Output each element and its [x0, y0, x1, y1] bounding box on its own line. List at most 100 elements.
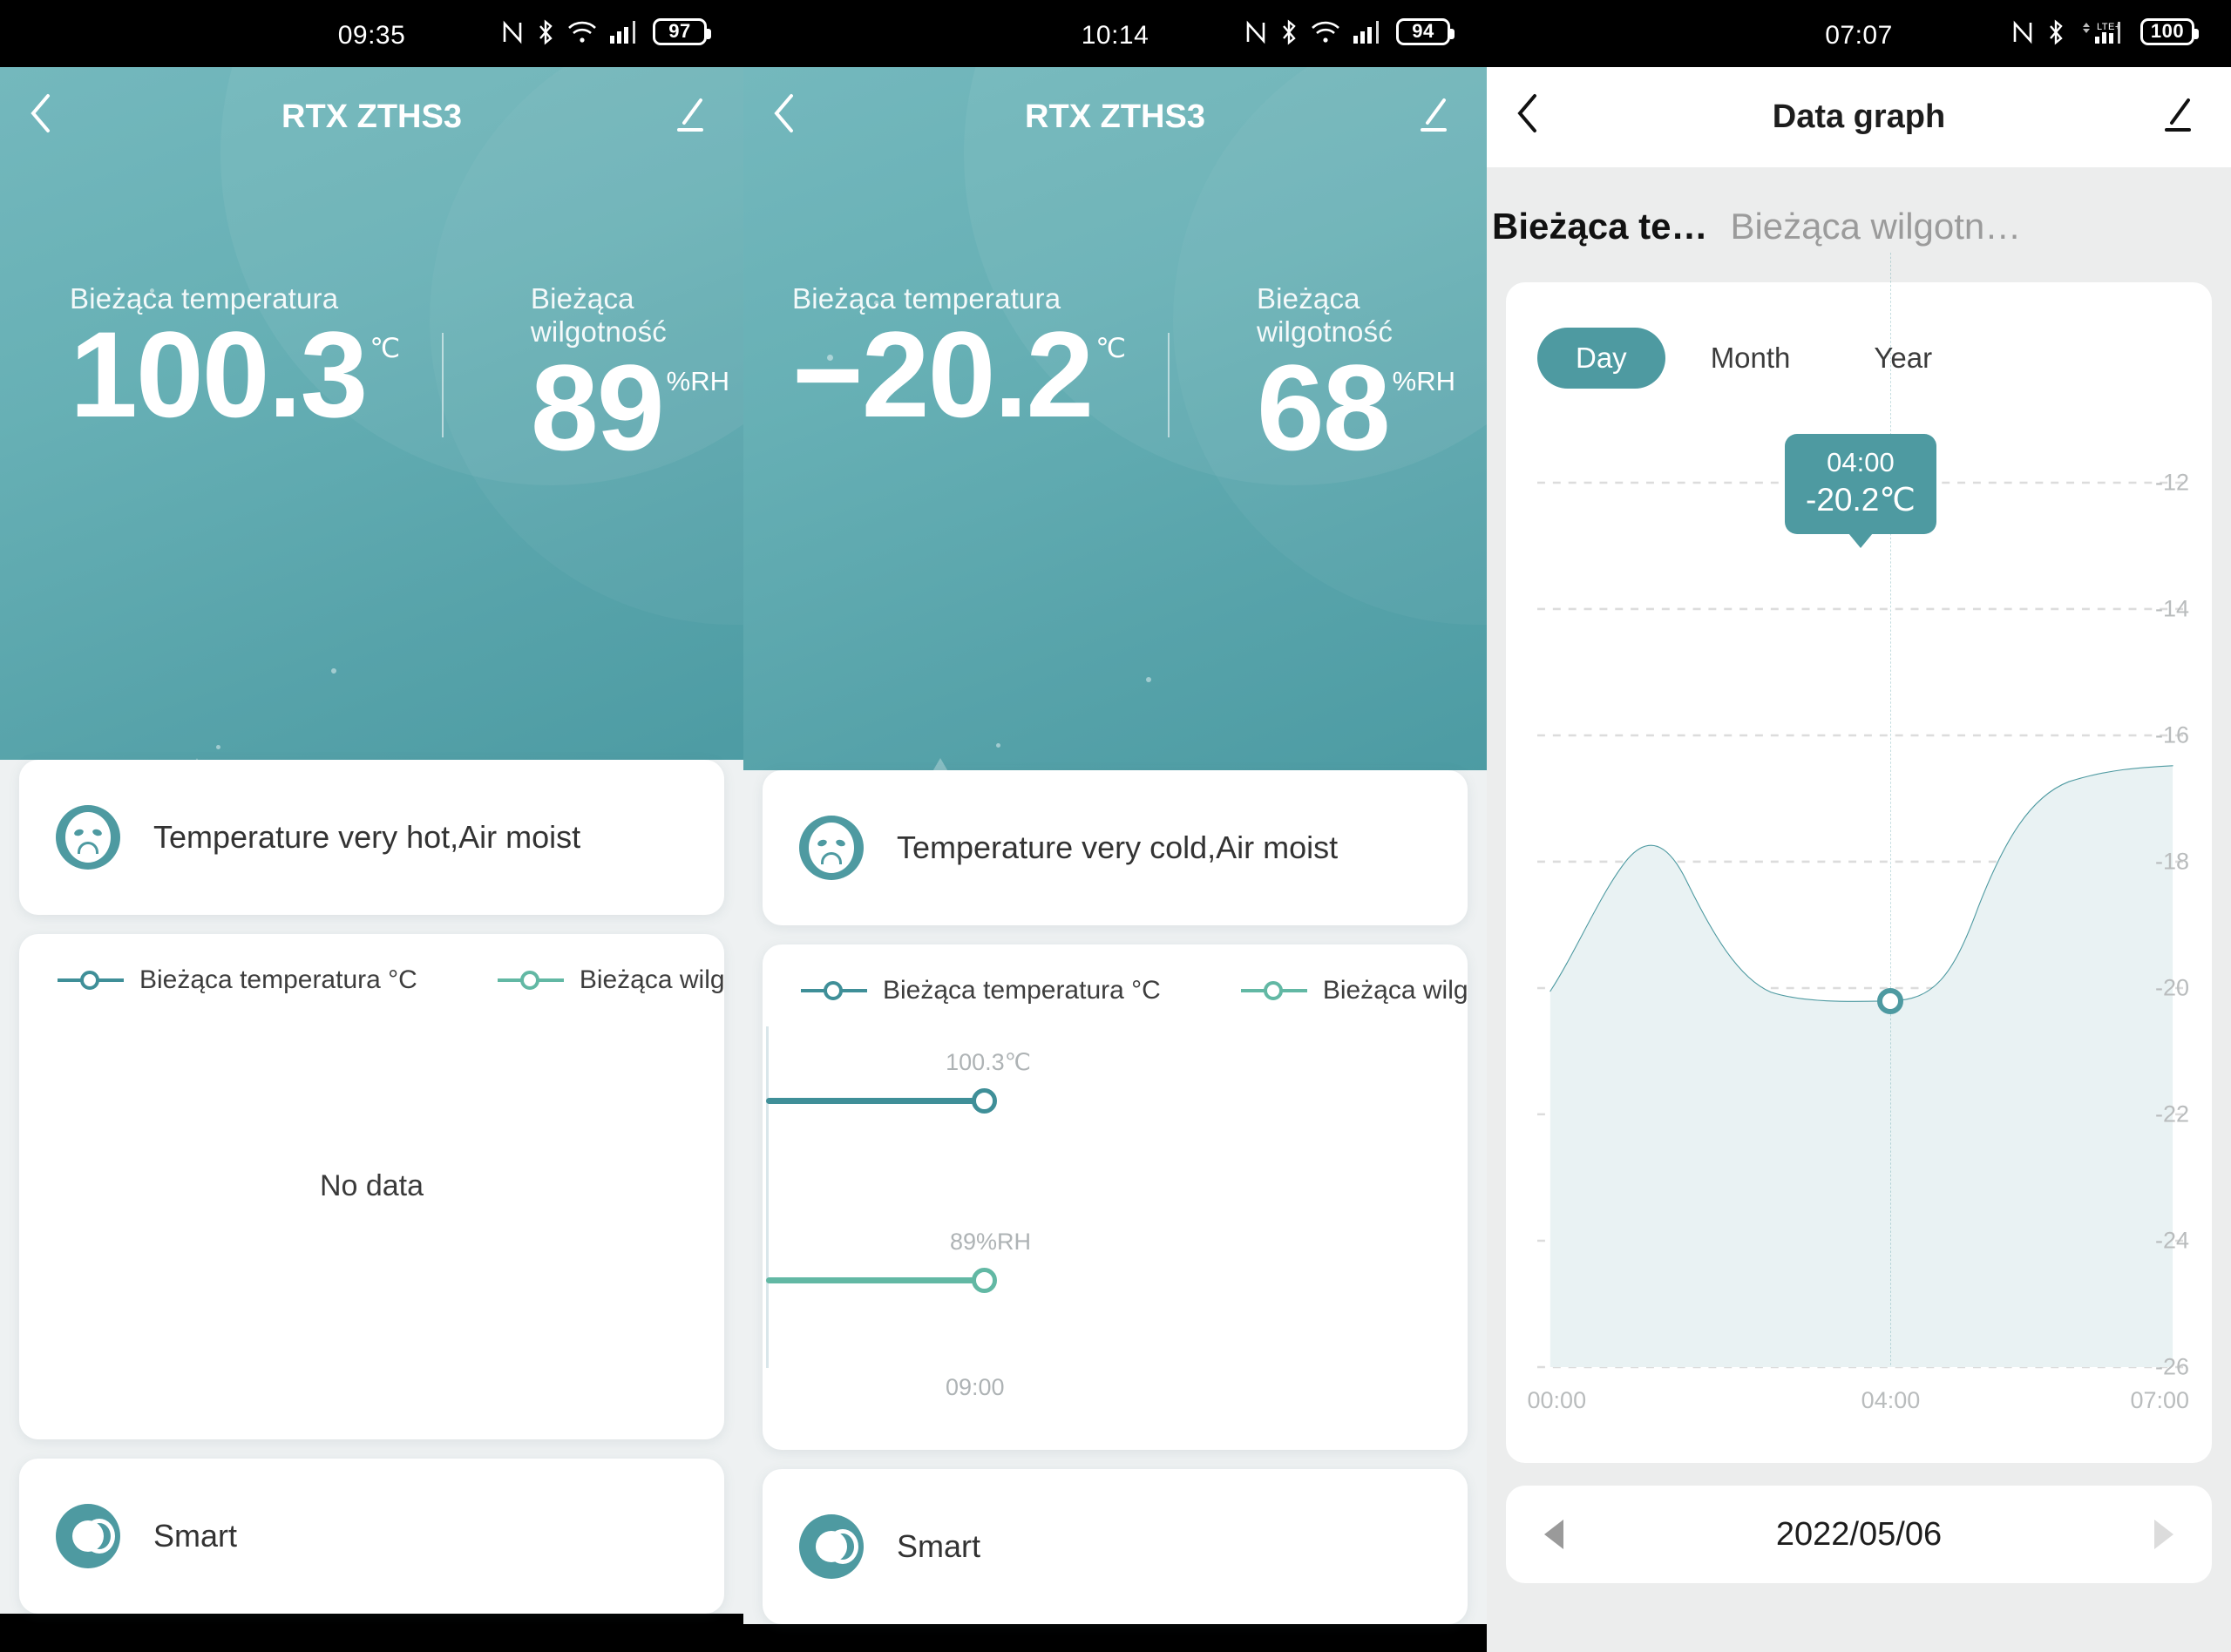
status-message-text: Temperature very cold,Air moist [897, 829, 1339, 865]
signal-icon [610, 20, 635, 44]
smart-row-1[interactable]: Smart [19, 1459, 724, 1614]
tooltip-time: 04:00 [1827, 447, 1895, 477]
mini-chart-y-axis [766, 1026, 769, 1368]
range-tab-year[interactable]: Year [1835, 328, 1970, 389]
status-bar-3: 07:07 LTE+ 100 [1487, 0, 2231, 67]
mini-series-temperature: 100.3℃ [766, 1049, 1031, 1114]
lte-signal-icon: LTE+ [2083, 21, 2121, 44]
phone-panel-3: 07:07 LTE+ 100 Data graph Bieżąca te… Bi… [1487, 0, 2231, 1652]
chart-tooltip: 04:00 -20.2℃ [1785, 434, 1936, 534]
app-bar-3: Data graph [1487, 67, 2231, 167]
pencil-icon[interactable] [2160, 97, 2196, 135]
chart-highlight-marker [1877, 987, 1904, 1014]
y-tick-label: -26 [2154, 1353, 2189, 1380]
temperature-unit: ℃ [1095, 333, 1127, 363]
readings-row-2: Bieżąca temperatura −20.2 ℃ Bieżąca wilg… [743, 282, 1487, 472]
x-tick-label: 04:00 [1861, 1387, 1921, 1413]
status-icons: LTE+ 100 [2011, 18, 2199, 45]
range-tab-month[interactable]: Month [1672, 328, 1829, 389]
range-tabs: Day Month Year [1506, 282, 2212, 389]
x-tick-label: 07:00 [2130, 1387, 2190, 1413]
y-tick-label: -12 [2154, 469, 2189, 496]
next-day-arrow-icon[interactable] [2154, 1520, 2173, 1549]
current-date-label: 2022/05/06 [1775, 1515, 1943, 1553]
tab-humidity[interactable]: Bieżąca wilgotn… [1730, 206, 2021, 247]
status-icons: 97 [501, 18, 711, 45]
prev-day-arrow-icon[interactable] [1544, 1520, 1563, 1549]
y-tick-label: -20 [2154, 974, 2189, 1001]
chart-card-2[interactable]: Bieżąca temperatura °C Bieżąca wilgotnoś… [763, 944, 1468, 1450]
page-title: RTX ZTHS3 [281, 98, 462, 135]
hero-header-1: RTX ZTHS3 Bieżąca temperatura 100.3 ℃ Bi… [0, 67, 743, 812]
humidity-value: 68 [1256, 339, 1391, 476]
mini-series-humidity-label: 89%RH [949, 1229, 1031, 1255]
bluetooth-icon [539, 18, 553, 45]
nfc-icon [1246, 20, 1265, 44]
smart-toggle-icon [56, 1504, 120, 1568]
chart-legend-2: Bieżąca temperatura °C Bieżąca wilgotnoś [763, 976, 1468, 1005]
wifi-icon [1312, 21, 1339, 43]
content-area-1: Temperature very hot,Air moist Bieżąca t… [0, 760, 743, 1614]
temperature-value: 100.3 [70, 306, 368, 443]
signal-icon [1353, 20, 1379, 44]
metric-tabs: Bieżąca te… Bieżąca wilgotn… [1487, 167, 2231, 282]
legend-label-humidity: Bieżąca wilgotnoś [579, 965, 724, 994]
y-tick-label: -14 [2154, 595, 2189, 622]
humidity-reading: Bieżąca wilgotność 89 %RH [531, 282, 743, 472]
legend-item-temperature: Bieżąca temperatura °C [58, 965, 417, 995]
chart-legend-1: Bieżąca temperatura °C Bieżąca wilgotnoś [19, 965, 724, 995]
y-tick-label: -16 [2154, 721, 2189, 748]
smart-row-2[interactable]: Smart [763, 1469, 1468, 1624]
x-tick-label: 00:00 [1527, 1387, 1587, 1413]
svg-text:LTE+: LTE+ [2097, 22, 2121, 32]
status-message-text: Temperature very hot,Air moist [153, 819, 581, 855]
app-bar-1: RTX ZTHS3 [0, 67, 743, 167]
legend-label-temperature: Bieżąca temperatura °C [883, 976, 1161, 1005]
battery-indicator: 94 [1396, 18, 1455, 45]
mini-series-humidity: 89%RH [766, 1229, 1031, 1293]
y-tick-label: -24 [2154, 1227, 2189, 1254]
status-message-card[interactable]: Temperature very hot,Air moist [19, 760, 724, 915]
date-navigator: 2022/05/06 [1506, 1486, 2212, 1583]
sad-face-icon [56, 805, 120, 870]
legend-item-humidity: Bieżąca wilgotnoś [497, 965, 724, 995]
status-message-card[interactable]: Temperature very cold,Air moist [763, 770, 1468, 925]
legend-label-temperature: Bieżąca temperatura °C [139, 965, 417, 994]
mini-chart-x-label: 09:00 [946, 1374, 1005, 1400]
chart-area-fill [1549, 765, 2173, 1367]
chart-card-1[interactable]: Bieżąca temperatura °C Bieżąca wilgotnoś… [19, 934, 724, 1439]
temperature-chart[interactable]: -12 -14 -16 -18 -20 -22 -24 -26 00:00 04… [1528, 483, 2189, 1413]
readings-row-1: Bieżąca temperatura 100.3 ℃ Bieżąca wilg… [0, 282, 743, 472]
y-tick-label: -18 [2154, 848, 2189, 875]
range-tab-day[interactable]: Day [1537, 328, 1665, 389]
temperature-value: −20.2 [792, 306, 1094, 443]
mini-chart: 100.3℃ 89%RH 09:00 [763, 1026, 1468, 1401]
bluetooth-icon [2050, 18, 2063, 45]
content-area-2: Temperature very cold,Air moist Bieżąca … [743, 770, 1487, 1624]
mini-series-temperature-label: 100.3℃ [946, 1049, 1031, 1075]
app-bar-2: RTX ZTHS3 [743, 67, 1487, 167]
chart-svg [1537, 483, 2186, 1369]
bluetooth-icon [1283, 18, 1296, 45]
phone-panel-2: 10:14 94 RTX ZTHS3 Bieżąca temperatura −… [743, 0, 1487, 1652]
pencil-icon[interactable] [1415, 97, 1452, 135]
pencil-icon[interactable] [672, 97, 709, 135]
page-title: Data graph [1772, 98, 1946, 135]
legend-item-temperature: Bieżąca temperatura °C [801, 976, 1161, 1005]
legend-label-humidity: Bieżąca wilgotnoś [1322, 976, 1468, 1005]
tooltip-value: -20.2℃ [1806, 481, 1916, 518]
temperature-reading: Bieżąca temperatura 100.3 ℃ [70, 282, 400, 472]
humidity-reading: Bieżąca wilgotność 68 %RH [1257, 282, 1487, 472]
tab-temperature[interactable]: Bieżąca te… [1492, 206, 1707, 247]
smart-label: Smart [153, 1518, 238, 1554]
smart-toggle-icon [799, 1514, 864, 1579]
graph-card: Day Month Year 04:00 -20.2℃ -12 -14 -16 … [1506, 282, 2212, 1463]
reading-divider [1168, 333, 1170, 437]
status-bar-1: 09:35 97 [0, 0, 743, 67]
humidity-unit: %RH [1392, 366, 1456, 396]
humidity-unit: %RH [666, 366, 729, 396]
phone-panel-1: 09:35 97 RTX ZTHS3 Bieżąca temperatura 1… [0, 0, 743, 1652]
reading-divider [442, 333, 444, 437]
temperature-unit: ℃ [370, 333, 401, 363]
no-data-message: No data [319, 1169, 424, 1202]
